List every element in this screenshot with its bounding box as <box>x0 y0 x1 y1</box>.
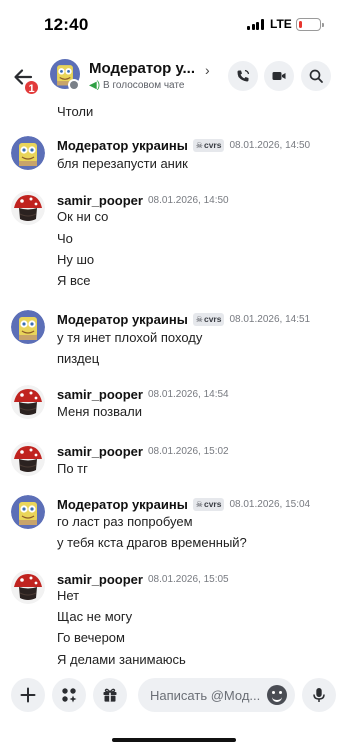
mushroom-avatar-icon <box>11 442 45 476</box>
message-text: бля перезапусти аник <box>57 156 188 171</box>
author-name[interactable]: samir_pooper <box>57 387 143 402</box>
message-text: у тебя кста драгов временный? <box>57 535 247 550</box>
phone-icon <box>237 69 250 82</box>
message-timestamp: 08.01.2026, 14:51 <box>229 313 311 325</box>
voice-status-icon <box>68 79 80 91</box>
mushroom-avatar-icon <box>11 385 45 419</box>
user-avatar[interactable] <box>11 136 45 170</box>
voice-message-button[interactable] <box>302 678 336 712</box>
signal-icon <box>247 19 265 30</box>
apps-sparkle-icon <box>62 688 77 703</box>
user-avatar[interactable] <box>11 385 45 419</box>
sponge-avatar-icon <box>11 310 45 344</box>
add-attachment-button[interactable] <box>11 678 45 712</box>
apps-button[interactable] <box>52 678 86 712</box>
video-camera-icon <box>272 72 286 80</box>
author-line: samir_pooper 08.01.2026, 15:02 <box>57 442 229 460</box>
sponge-avatar-icon <box>11 495 45 529</box>
author-line: samir_pooper 08.01.2026, 15:05 <box>57 570 229 588</box>
battery-level <box>298 20 302 28</box>
sponge-avatar-icon <box>11 136 45 170</box>
status-bar: 12:40 LTE <box>0 0 347 46</box>
message-text: Ну шо <box>57 252 95 267</box>
channel-title[interactable]: Модератор у... <box>89 60 195 77</box>
message-text: пиздец <box>57 351 100 366</box>
message-text: Я все <box>57 273 91 288</box>
unread-badge: 1 <box>23 79 40 96</box>
author-line: samir_pooper 08.01.2026, 14:50 <box>57 191 229 209</box>
message-input[interactable]: Написать @Мод... <box>150 688 262 703</box>
author-name[interactable]: Модератор украины <box>57 312 188 327</box>
plus-icon <box>20 687 36 703</box>
message-composer: Написать @Мод... <box>0 669 347 750</box>
battery-icon <box>296 18 324 31</box>
message-timestamp: 08.01.2026, 14:50 <box>147 194 229 206</box>
skull-icon: ☠ <box>195 499 203 509</box>
message-text: Ок ни со <box>57 209 109 224</box>
author-line: Модератор украины ☠ cvrs 08.01.2026, 15:0… <box>57 495 310 513</box>
skull-icon: ☠ <box>195 140 203 150</box>
user-avatar[interactable] <box>11 442 45 476</box>
search-icon <box>309 69 323 83</box>
message-text: Щас не могу <box>57 609 133 624</box>
status-time: 12:40 <box>44 15 89 34</box>
channel-subtitle: ◀) В голосовом чате <box>89 80 185 91</box>
message-text: По тг <box>57 461 88 476</box>
author-line: samir_pooper 08.01.2026, 14:54 <box>57 385 229 403</box>
message-timestamp: 08.01.2026, 14:54 <box>147 388 229 400</box>
search-button[interactable] <box>301 61 331 91</box>
author-name[interactable]: samir_pooper <box>57 193 143 208</box>
chat-header: 1 Модератор у... › ◀) В голосовом чате <box>0 46 347 102</box>
message-list[interactable]: Чтоли Модератор украины ☠ cvrs 08.01.2026… <box>0 96 347 669</box>
skull-icon: ☠ <box>195 314 203 324</box>
message-timestamp: 08.01.2026, 15:02 <box>147 445 229 457</box>
message-text: Я делами занимаюсь <box>57 652 186 667</box>
message-text: у тя инет плохой походу <box>57 330 203 345</box>
user-avatar[interactable] <box>11 191 45 225</box>
author-name[interactable]: samir_pooper <box>57 444 143 459</box>
microphone-icon <box>313 688 325 702</box>
guild-tag[interactable]: ☠ cvrs <box>192 497 225 511</box>
user-avatar[interactable] <box>11 495 45 529</box>
mushroom-avatar-icon <box>11 570 45 604</box>
message-timestamp: 08.01.2026, 15:04 <box>229 498 311 510</box>
speaker-icon: ◀) <box>89 80 101 91</box>
mushroom-avatar-icon <box>11 191 45 225</box>
author-name[interactable]: samir_pooper <box>57 572 143 587</box>
message-text: Нет <box>57 588 80 603</box>
message-text: Чо <box>57 231 73 246</box>
guild-tag[interactable]: ☠ cvrs <box>192 312 225 326</box>
message-text: Чтоли <box>57 104 94 119</box>
video-button[interactable] <box>264 61 294 91</box>
guild-tag[interactable]: ☠ cvrs <box>192 138 225 152</box>
gift-button[interactable] <box>93 678 127 712</box>
message-text: Го вечером <box>57 630 125 645</box>
message-timestamp: 08.01.2026, 15:05 <box>147 573 229 585</box>
author-line: Модератор украины ☠ cvrs 08.01.2026, 14:5… <box>57 310 310 328</box>
network-type: LTE <box>270 17 292 31</box>
emoji-icon[interactable] <box>267 685 287 705</box>
gift-icon <box>103 688 117 702</box>
chevron-right-icon[interactable]: › <box>205 62 210 78</box>
message-text: Меня позвали <box>57 404 142 419</box>
author-line: Модератор украины ☠ cvrs 08.01.2026, 14:5… <box>57 136 310 154</box>
message-text: го ласт раз попробуем <box>57 514 193 529</box>
call-button[interactable] <box>228 61 258 91</box>
message-timestamp: 08.01.2026, 14:50 <box>229 139 311 151</box>
message-input-wrapper[interactable]: Написать @Мод... <box>138 678 295 712</box>
home-indicator <box>112 738 236 742</box>
user-avatar[interactable] <box>11 570 45 604</box>
author-name[interactable]: Модератор украины <box>57 497 188 512</box>
author-name[interactable]: Модератор украины <box>57 138 188 153</box>
user-avatar[interactable] <box>11 310 45 344</box>
